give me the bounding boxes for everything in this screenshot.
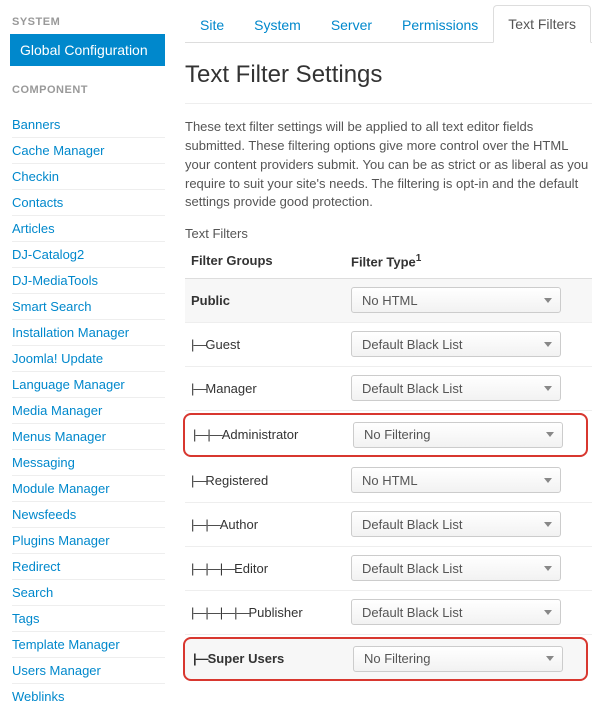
sidebar-item-global-configuration[interactable]: Global Configuration — [10, 34, 165, 66]
sidebar-item[interactable]: Menus Manager — [12, 423, 165, 449]
tab-site[interactable]: Site — [185, 6, 239, 43]
filter-type-value: No HTML — [362, 473, 418, 488]
filter-type-select[interactable]: No Filtering — [353, 646, 563, 672]
group-label: |—|—|—Editor — [191, 561, 351, 576]
sidebar-item[interactable]: Articles — [12, 215, 165, 241]
sidebar-item[interactable]: Banners — [12, 112, 165, 137]
col-head-type: Filter Type1 — [351, 253, 592, 269]
filter-type-select[interactable]: Default Black List — [351, 375, 561, 401]
sidebar-item[interactable]: Template Manager — [12, 631, 165, 657]
table-header: Filter Groups Filter Type1 — [185, 247, 592, 278]
table-row: |—Manager Default Black List — [185, 367, 592, 411]
filter-type-select[interactable]: No HTML — [351, 467, 561, 493]
filter-type-select[interactable]: No HTML — [351, 287, 561, 313]
filter-type-value: No HTML — [362, 293, 418, 308]
sidebar-heading-component: COMPONENT — [12, 84, 165, 96]
chevron-down-icon — [544, 566, 552, 571]
settings-description: These text filter settings will be appli… — [185, 118, 592, 212]
sidebar-item[interactable]: Installation Manager — [12, 319, 165, 345]
chevron-down-icon — [546, 432, 554, 437]
tab-system[interactable]: System — [239, 6, 316, 43]
filter-type-value: Default Black List — [362, 517, 462, 532]
table-row: |—|—Administrator No Filtering — [183, 413, 588, 457]
sidebar-item[interactable]: Joomla! Update — [12, 345, 165, 371]
group-label: Public — [191, 293, 351, 308]
tab-bar: SiteSystemServerPermissionsText Filters — [185, 4, 592, 43]
sidebar-item[interactable]: Media Manager — [12, 397, 165, 423]
chevron-down-icon — [546, 656, 554, 661]
sidebar-item[interactable]: Newsfeeds — [12, 501, 165, 527]
sidebar-item[interactable]: Messaging — [12, 449, 165, 475]
table-row: Public No HTML — [185, 279, 592, 323]
group-label: |—Registered — [191, 473, 351, 488]
sidebar-item[interactable]: Redirect — [12, 553, 165, 579]
filter-type-select[interactable]: Default Black List — [351, 555, 561, 581]
sidebar-component-list: BannersCache ManagerCheckinContactsArtic… — [12, 112, 165, 709]
sidebar-item[interactable]: Users Manager — [12, 657, 165, 683]
table-row: |—Registered No HTML — [185, 459, 592, 503]
filter-type-value: Default Black List — [362, 381, 462, 396]
sidebar-item[interactable]: Tags — [12, 605, 165, 631]
filter-type-select[interactable]: Default Black List — [351, 599, 561, 625]
sidebar-item[interactable]: Language Manager — [12, 371, 165, 397]
filter-type-select[interactable]: No Filtering — [353, 422, 563, 448]
chevron-down-icon — [544, 298, 552, 303]
filter-type-value: No Filtering — [364, 427, 430, 442]
page-title: Text Filter Settings — [185, 61, 592, 89]
group-label: |—|—Administrator — [193, 427, 353, 442]
filter-type-value: Default Black List — [362, 561, 462, 576]
table-row: |—Super UsersNo Filtering — [183, 637, 588, 681]
sidebar-item[interactable]: Plugins Manager — [12, 527, 165, 553]
sidebar-item[interactable]: Checkin — [12, 163, 165, 189]
table-row: |—|—|—|—Publisher Default Black List — [185, 591, 592, 635]
sidebar-item[interactable]: Smart Search — [12, 293, 165, 319]
sidebar-item[interactable]: Cache Manager — [12, 137, 165, 163]
table-row: |—Guest Default Black List — [185, 323, 592, 367]
sidebar-heading-system: SYSTEM — [12, 16, 165, 28]
chevron-down-icon — [544, 522, 552, 527]
sidebar-item[interactable]: DJ-Catalog2 — [12, 241, 165, 267]
filter-type-select[interactable]: Default Black List — [351, 331, 561, 357]
chevron-down-icon — [544, 610, 552, 615]
group-label: |—Manager — [191, 381, 351, 396]
group-label: |—Guest — [191, 337, 351, 352]
sidebar-item[interactable]: DJ-MediaTools — [12, 267, 165, 293]
table-row: |—|—Author Default Black List — [185, 503, 592, 547]
filter-type-select[interactable]: Default Black List — [351, 511, 561, 537]
sidebar-item[interactable]: Contacts — [12, 189, 165, 215]
sidebar: SYSTEM Global Configuration COMPONENT Ba… — [0, 0, 165, 709]
chevron-down-icon — [544, 342, 552, 347]
chevron-down-icon — [544, 478, 552, 483]
group-label: |—|—Author — [191, 517, 351, 532]
main-column: SiteSystemServerPermissionsText Filters … — [165, 0, 592, 709]
tab-server[interactable]: Server — [316, 6, 387, 43]
section-subhead: Text Filters — [185, 226, 592, 241]
tab-permissions[interactable]: Permissions — [387, 6, 493, 43]
filter-table: Filter Groups Filter Type1 Public No HTML… — [185, 247, 592, 680]
table-row: |—|—|—Editor Default Black List — [185, 547, 592, 591]
filter-type-value: Default Black List — [362, 337, 462, 352]
chevron-down-icon — [544, 386, 552, 391]
col-head-groups: Filter Groups — [191, 253, 351, 269]
sidebar-item[interactable]: Weblinks — [12, 683, 165, 709]
group-label: |—|—|—|—Publisher — [191, 605, 351, 620]
sidebar-item[interactable]: Module Manager — [12, 475, 165, 501]
sidebar-item[interactable]: Search — [12, 579, 165, 605]
filter-type-value: Default Black List — [362, 605, 462, 620]
tab-text-filters[interactable]: Text Filters — [493, 5, 591, 43]
